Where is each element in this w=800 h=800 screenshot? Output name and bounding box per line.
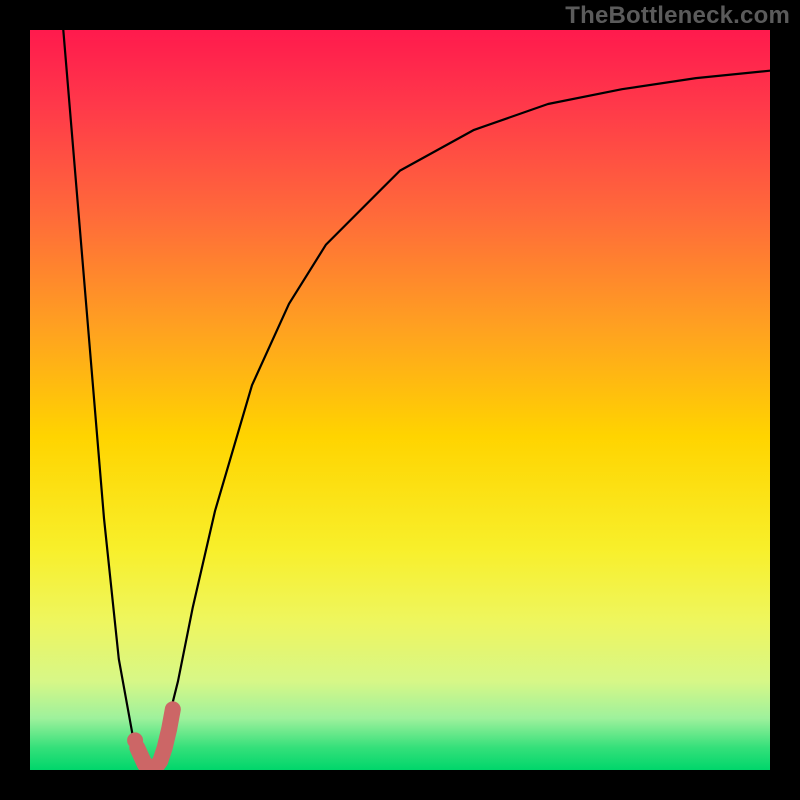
highlight-marker [30, 30, 770, 770]
chart-frame: TheBottleneck.com [0, 0, 800, 800]
plot-area [30, 30, 770, 770]
watermark-label: TheBottleneck.com [565, 2, 790, 30]
